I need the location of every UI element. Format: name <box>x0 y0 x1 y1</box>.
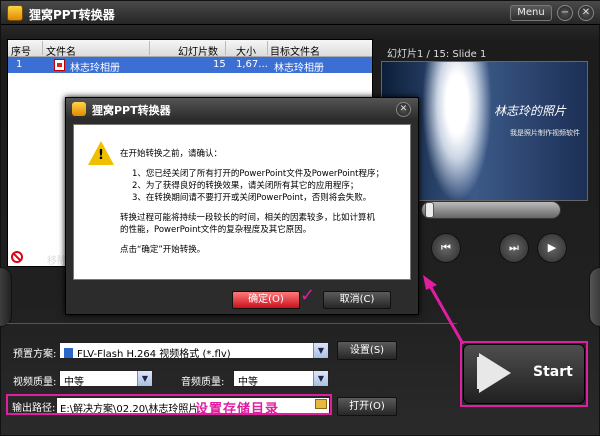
slide-subtext: 我是照片制作视频软件 <box>510 129 580 137</box>
dialog-line-6: 的性能，PowerPoint文件的复杂程度及其它原因。 <box>120 225 312 235</box>
dialog-title-bar: 狸窝PPT转换器 ✕ <box>66 98 418 120</box>
dialog-title: 狸窝PPT转换器 <box>92 104 171 117</box>
video-quality-value: 中等 <box>64 377 84 387</box>
dialog-app-icon <box>72 102 86 116</box>
col-target[interactable]: 目标文件名 <box>270 41 370 58</box>
prev-button[interactable]: ⏮ <box>431 233 461 263</box>
settings-button[interactable]: 设置(S) <box>337 341 397 360</box>
ppt-file-icon <box>54 59 65 71</box>
close-button[interactable]: ✕ <box>578 5 594 21</box>
annotation-highlight-output <box>6 394 332 415</box>
app-logo-icon <box>7 5 23 21</box>
dialog-line-4: 3、在转换期间请不要打开或关闭PowerPoint，否则将会失败。 <box>132 193 372 203</box>
chevron-down-icon[interactable]: ▼ <box>313 371 328 386</box>
row-index: 1 <box>16 59 23 70</box>
dialog-line-3: 2、为了获得良好的转换效果，请关闭所有其它的应用程序； <box>132 181 359 191</box>
chevron-down-icon[interactable]: ▼ <box>137 371 152 386</box>
start-arrow-icon <box>479 353 511 393</box>
app-window: 狸窝PPT转换器 Menu − ✕ 序号 文件名 幻灯片数 大小 目标文件名 1… <box>0 0 600 436</box>
dialog-line-5: 转换过程可能将持续一段较长的时间，相关的因素较多，比如计算机 <box>120 213 376 223</box>
right-side-knob <box>589 267 600 327</box>
app-title: 狸窝PPT转换器 <box>29 8 115 22</box>
warning-exclamation: ! <box>98 148 104 163</box>
seek-bar[interactable] <box>421 201 561 219</box>
row-filename: 林志玲相册 <box>70 63 120 74</box>
preview-title: 幻灯片1 / 15: Slide 1 <box>387 49 487 60</box>
table-row[interactable]: 1 林志玲相册 15 1,67... 林志玲相册 <box>8 57 372 74</box>
row-target: 林志玲相册 <box>274 63 324 74</box>
cancel-button[interactable]: 取消(C) <box>323 291 391 309</box>
play-button[interactable]: ▶ <box>537 233 567 263</box>
file-list-header: 序号 文件名 幻灯片数 大小 目标文件名 <box>8 40 372 58</box>
preset-label: 预置方案: <box>13 349 57 360</box>
remove-label[interactable]: 移除 <box>47 252 67 267</box>
title-bar: 狸窝PPT转换器 Menu − ✕ <box>1 1 600 25</box>
video-quality-select[interactable]: 中等 ▼ <box>59 370 153 387</box>
col-index[interactable]: 序号 <box>11 41 43 58</box>
dialog-line-2: 1、您已经关闭了所有打开的PowerPoint文件及PowerPoint程序； <box>132 169 385 179</box>
menu-button[interactable]: Menu <box>510 5 552 21</box>
video-format-icon <box>64 348 73 358</box>
dialog-line-7: 点击“确定”开始转换。 <box>120 245 206 255</box>
confirm-dialog: 狸窝PPT转换器 ✕ ! 在开始转换之前，请确认： 1、您已经关闭了所有打开的P… <box>65 97 419 315</box>
start-label[interactable]: Start <box>533 364 573 380</box>
remove-icon[interactable] <box>11 251 23 263</box>
slide-text: 林志玲的照片 <box>494 104 567 118</box>
dialog-line-1: 在开始转换之前，请确认： <box>120 149 223 159</box>
dialog-close-button[interactable]: ✕ <box>396 102 411 117</box>
col-size[interactable]: 大小 <box>236 41 268 58</box>
chevron-down-icon[interactable]: ▼ <box>313 343 328 358</box>
audio-quality-select[interactable]: 中等 ▼ <box>233 370 329 387</box>
preset-select[interactable]: FLV-Flash H.264 视频格式 (*.flv) ▼ <box>59 342 329 359</box>
col-filename[interactable]: 文件名 <box>46 41 150 58</box>
ok-button[interactable]: 确定(O) <box>232 291 300 309</box>
seek-handle[interactable] <box>425 202 434 218</box>
check-mark-annotation: ✓ <box>300 285 316 306</box>
video-quality-label: 视频质量: <box>13 377 57 388</box>
preset-value: FLV-Flash H.264 视频格式 (*.flv) <box>77 349 231 359</box>
dialog-body: ! 在开始转换之前，请确认： 1、您已经关闭了所有打开的PowerPoint文件… <box>73 124 411 280</box>
left-side-knob <box>0 267 12 327</box>
audio-quality-value: 中等 <box>238 377 258 387</box>
audio-quality-label: 音频质量: <box>181 377 225 388</box>
col-slides[interactable]: 幻灯片数 <box>178 41 226 58</box>
annotation-arrowhead <box>423 275 437 290</box>
slide-photo <box>422 62 492 200</box>
open-button[interactable]: 打开(O) <box>337 397 397 416</box>
next-button[interactable]: ⏭ <box>499 233 529 263</box>
row-size: 1,67... <box>236 59 268 70</box>
minimize-button[interactable]: − <box>557 5 573 21</box>
row-slides: 15 <box>213 59 226 70</box>
